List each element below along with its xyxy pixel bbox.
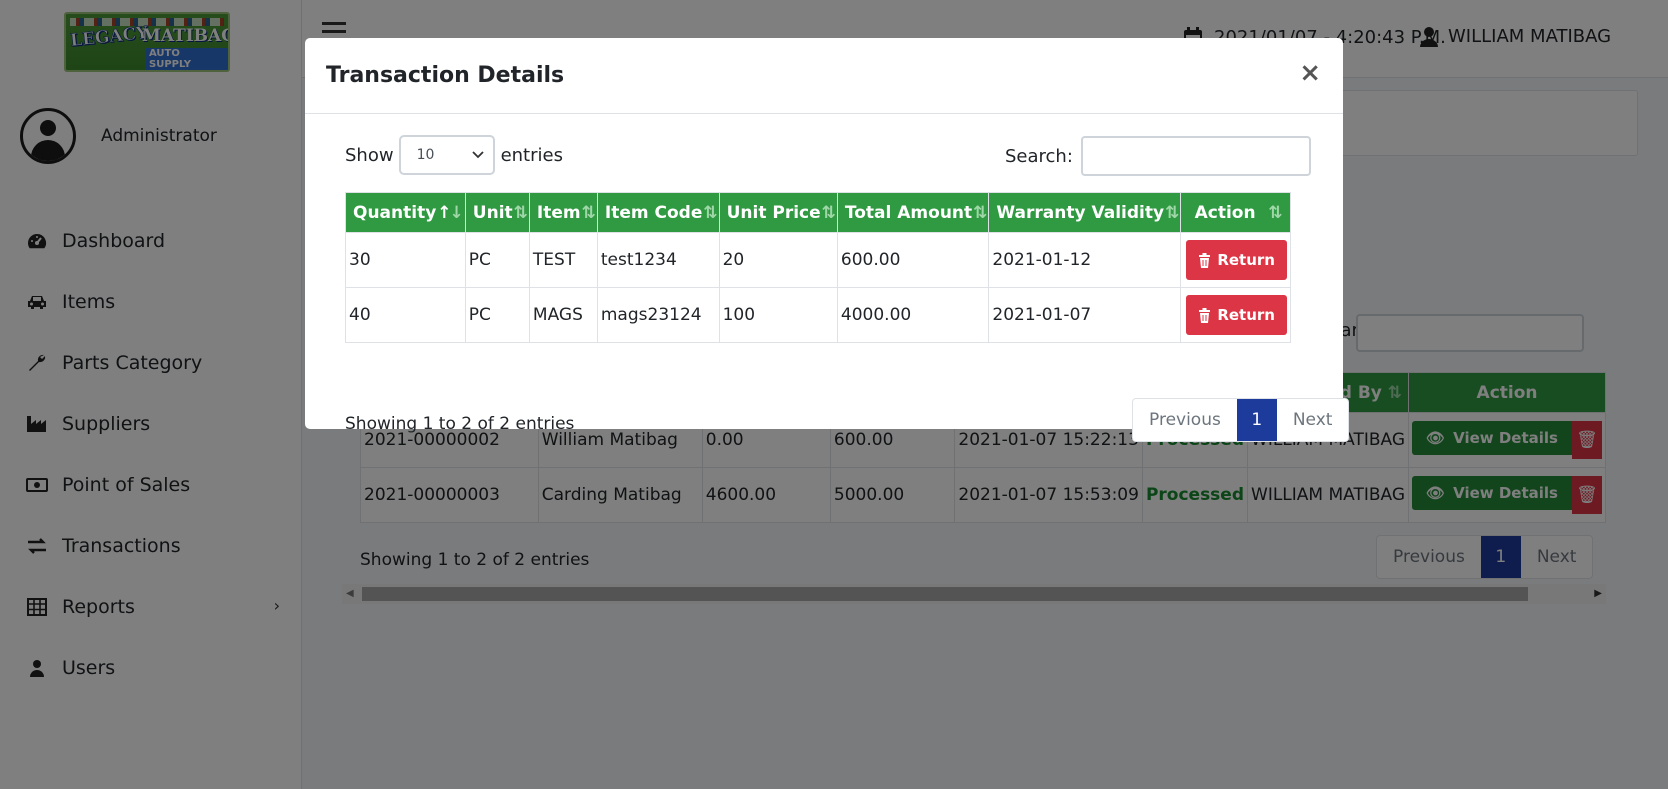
modal-table-info: Showing 1 to 2 of 2 entries [345,414,575,434]
search-input[interactable] [1080,136,1311,176]
col-header-total-amount[interactable]: Total Amount⇅ [836,192,990,233]
cell-action: Return [1180,232,1291,288]
cell-total-amount: 600.00 [836,232,990,288]
chevron-down-icon [471,147,485,165]
cell-unit-price: 20 [718,232,838,288]
cell-item-code: mags23124 [596,287,720,343]
table-row: 30 PC TEST test1234 20 600.00 2021-01-12… [345,232,1291,288]
cell-action: Return [1180,287,1291,343]
table-row: 40 PC MAGS mags23124 100 4000.00 2021-01… [345,287,1291,343]
return-button-label: Return [1217,306,1275,324]
transaction-details-table: Quantity↑↓ Unit⇅ Item⇅ Item Code⇅ Unit P… [345,192,1291,343]
col-header-unit-price[interactable]: Unit Price⇅ [718,192,838,233]
col-header-item-code[interactable]: Item Code⇅ [596,192,720,233]
cell-unit-price: 100 [718,287,838,343]
trash-icon [1199,252,1211,268]
length-label-show: Show [345,144,394,166]
cell-total-amount: 4000.00 [836,287,990,343]
modal-header: Transaction Details × [305,38,1343,114]
cell-unit: PC [464,232,530,288]
pagination-previous[interactable]: Previous [1133,399,1237,441]
col-header-action[interactable]: Action ⇅ [1180,192,1291,233]
return-button[interactable]: Return [1186,295,1287,335]
cell-item: TEST [528,232,598,288]
return-button-label: Return [1217,251,1275,269]
col-header-warranty-validity[interactable]: Warranty Validity⇅ [988,192,1182,233]
cell-item: MAGS [528,287,598,343]
length-label-entries: entries [500,144,563,166]
entries-length-control: Show 10 entries [345,135,563,175]
cell-quantity: 40 [345,287,466,343]
search-label: Search: [1005,145,1073,167]
pagination-next[interactable]: Next [1277,399,1349,441]
modal-title: Transaction Details [326,63,565,88]
close-icon[interactable]: × [1299,60,1321,86]
entries-select[interactable]: 10 [398,135,495,175]
trash-icon [1199,307,1211,323]
cell-item-code: test1234 [596,232,720,288]
cell-warranty-validity: 2021-01-07 [988,287,1182,343]
modal-pagination: Previous 1 Next [1132,398,1350,442]
cell-unit: PC [464,287,530,343]
col-header-item[interactable]: Item⇅ [528,192,598,233]
entries-select-value: 10 [416,147,435,163]
col-header-unit[interactable]: Unit⇅ [464,192,530,233]
modal-search: Search: [1005,136,1311,176]
cell-warranty-validity: 2021-01-12 [988,232,1182,288]
return-button[interactable]: Return [1186,240,1287,280]
transaction-details-modal: Transaction Details × Show 10 entries Se… [305,38,1350,442]
cell-quantity: 30 [345,232,466,288]
col-header-quantity[interactable]: Quantity↑↓ [345,192,466,233]
pagination-page-1[interactable]: 1 [1236,399,1277,441]
